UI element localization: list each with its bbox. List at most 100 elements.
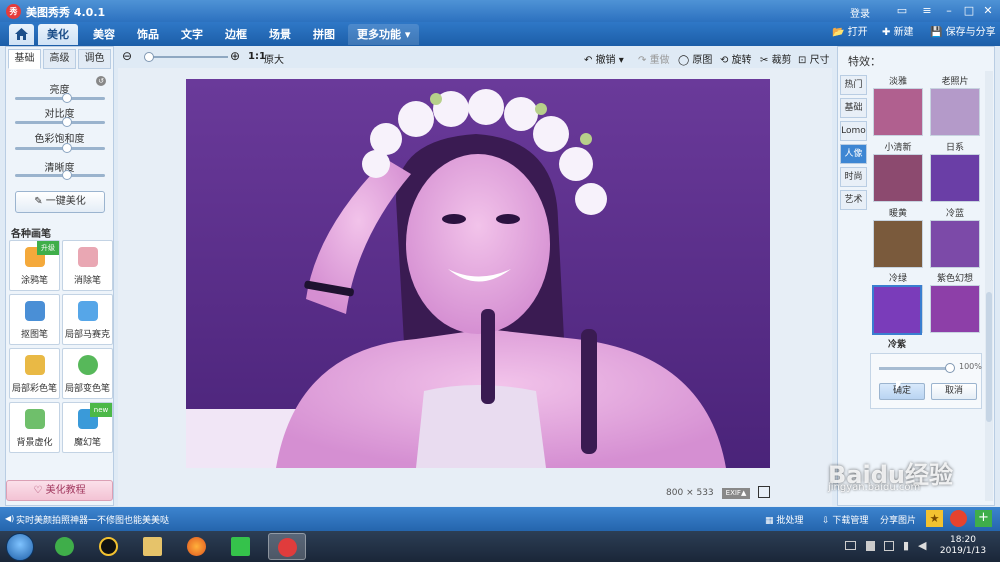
zoom-in-icon[interactable]: ⊕ xyxy=(230,49,240,63)
saturation-slider[interactable] xyxy=(15,143,105,153)
star-icon[interactable]: ★ xyxy=(926,510,943,527)
login-link[interactable]: 登录 xyxy=(850,5,870,20)
tab-beauty[interactable]: 美容 xyxy=(84,24,124,45)
intensity-slider[interactable] xyxy=(879,363,955,373)
add-icon[interactable]: + xyxy=(975,510,992,527)
clock-time: 18:20 xyxy=(950,535,976,545)
beautify-tutorial-button[interactable]: ♡ 美化教程 xyxy=(6,480,113,501)
taskbar-firefox[interactable] xyxy=(178,533,216,560)
new-button[interactable]: ✚ 新建 xyxy=(882,25,914,41)
tab-advanced[interactable]: 高级 xyxy=(43,49,76,69)
contrast-slider-knob[interactable] xyxy=(62,117,72,127)
category-portrait[interactable]: 人像 xyxy=(840,144,867,164)
tab-basic[interactable]: 基础 xyxy=(8,49,41,69)
new-label: 新建 xyxy=(893,27,914,38)
monitor-icon[interactable] xyxy=(884,541,894,551)
close-icon[interactable]: ✕ xyxy=(979,3,997,18)
maximize-icon[interactable]: □ xyxy=(960,3,978,18)
original-image-button[interactable]: ◯ 原图 xyxy=(678,51,712,66)
exif-button[interactable]: EXIF▲ xyxy=(722,488,750,499)
open-button[interactable]: 📂 打开 xyxy=(832,25,868,41)
undo-button[interactable]: ↶ 撤销 ▾ xyxy=(584,51,624,66)
minimize-icon[interactable]: – xyxy=(940,3,958,18)
brush-local-color[interactable]: 局部彩色笔 xyxy=(9,348,60,399)
redo-button[interactable]: ↷ 重做 xyxy=(638,51,670,66)
status-message[interactable]: 实时美颜拍照神器一不修图也能美美哒 xyxy=(16,513,169,526)
confirm-button[interactable]: 确定 xyxy=(879,383,925,400)
crop-button[interactable]: ✂ 裁剪 xyxy=(760,51,792,66)
message-icon[interactable]: ▭ xyxy=(893,3,911,18)
redo-label: 重做 xyxy=(649,55,670,66)
resize-button[interactable]: ⊡ 尺寸 xyxy=(798,51,830,66)
intensity-slider-knob[interactable] xyxy=(945,363,955,373)
window-title: 美图秀秀 4.0.1 xyxy=(26,6,106,19)
contrast-slider[interactable] xyxy=(15,117,105,127)
effects-scrollbar[interactable] xyxy=(985,71,993,501)
effect-cool-purple-thumb[interactable] xyxy=(872,285,922,335)
volume-icon[interactable]: ◀ xyxy=(918,539,926,552)
tab-scenes[interactable]: 场景 xyxy=(260,24,300,45)
taskbar: ▮ ◀ 18:20 2019/1/13 xyxy=(0,531,1000,562)
tab-frames[interactable]: 边框 xyxy=(216,24,256,45)
share-image-button[interactable]: 分享图片 xyxy=(880,513,916,526)
zoom-out-icon[interactable]: ⊖ xyxy=(122,49,132,63)
network-icon[interactable]: ▮ xyxy=(903,539,909,552)
rotate-button[interactable]: ⟲ 旋转 xyxy=(720,51,752,66)
edited-photo[interactable] xyxy=(186,79,770,468)
rotate-label: 旋转 xyxy=(731,55,752,66)
start-button[interactable] xyxy=(6,533,34,561)
brush-local-recolor[interactable]: 局部变色笔 xyxy=(62,348,113,399)
effects-scrollbar-thumb[interactable] xyxy=(986,292,992,422)
batch-process-button[interactable]: ▦ 批处理 xyxy=(765,513,803,526)
category-lomo[interactable]: Lomo xyxy=(840,121,867,141)
tab-accessories[interactable]: 饰品 xyxy=(128,24,168,45)
taskbar-qq[interactable] xyxy=(90,533,128,560)
category-basic[interactable]: 基础 xyxy=(840,98,867,118)
keyboard-icon[interactable] xyxy=(845,541,856,550)
crop-label: 裁剪 xyxy=(771,55,792,66)
tab-more-features[interactable]: 更多功能 ▾ xyxy=(348,24,420,45)
original-size-button[interactable]: 原大 xyxy=(264,51,284,66)
zoom-slider-knob[interactable] xyxy=(144,52,154,62)
brush-magic[interactable]: new 魔幻笔 xyxy=(62,402,113,453)
tab-text[interactable]: 文字 xyxy=(172,24,212,45)
category-fashion[interactable]: 时尚 xyxy=(840,167,867,187)
tab-collage[interactable]: 拼图 xyxy=(304,24,344,45)
system-clock[interactable]: 18:20 2019/1/13 xyxy=(935,535,991,557)
taskbar-meitu[interactable] xyxy=(268,533,306,560)
brightness-slider[interactable] xyxy=(15,93,105,103)
save-share-button[interactable]: 💾 保存与分享 xyxy=(930,25,996,41)
category-art[interactable]: 艺术 xyxy=(840,190,867,210)
brush-cutout[interactable]: 抠图笔 xyxy=(9,294,60,345)
batch-process-label: 批处理 xyxy=(776,516,804,526)
menu-icon[interactable]: ≡ xyxy=(918,3,936,18)
tab-color[interactable]: 调色 xyxy=(78,49,111,69)
taskbar-video[interactable] xyxy=(222,533,260,560)
effect-cool-green-label: 冷绿 xyxy=(888,274,907,284)
weibo-icon[interactable] xyxy=(950,510,967,527)
brush-doodle[interactable]: 升级 涂鸦笔 xyxy=(9,240,60,291)
resize-label: 尺寸 xyxy=(809,55,830,66)
compare-icon[interactable] xyxy=(758,486,770,498)
taskbar-explorer[interactable] xyxy=(134,533,172,560)
category-hot[interactable]: 热门 xyxy=(840,75,867,95)
effect-old-photo-thumb xyxy=(930,88,980,136)
one-click-beautify-button[interactable]: ✎ 一键美化 xyxy=(15,191,105,213)
cancel-button[interactable]: 取消 xyxy=(931,383,977,400)
download-manager-button[interactable]: ⇩ 下载管理 xyxy=(822,513,868,526)
effect-cool-blue-thumb xyxy=(930,220,980,268)
brightness-slider-knob[interactable] xyxy=(62,93,72,103)
brush-mosaic[interactable]: 局部马赛克 xyxy=(62,294,113,345)
zoom-slider[interactable] xyxy=(144,52,228,62)
flag-icon[interactable] xyxy=(866,541,875,551)
taskbar-ie[interactable] xyxy=(46,533,84,560)
sharpness-slider[interactable] xyxy=(15,170,105,180)
brush-background-blur[interactable]: 背景虚化 xyxy=(9,402,60,453)
sharpness-slider-knob[interactable] xyxy=(62,170,72,180)
brush-eraser[interactable]: 消除笔 xyxy=(62,240,113,291)
home-icon[interactable] xyxy=(9,24,34,45)
explorer-icon xyxy=(143,537,162,556)
saturation-slider-knob[interactable] xyxy=(62,143,72,153)
tab-beautify[interactable]: 美化 xyxy=(38,24,78,45)
dimension-separator: × xyxy=(686,488,694,498)
